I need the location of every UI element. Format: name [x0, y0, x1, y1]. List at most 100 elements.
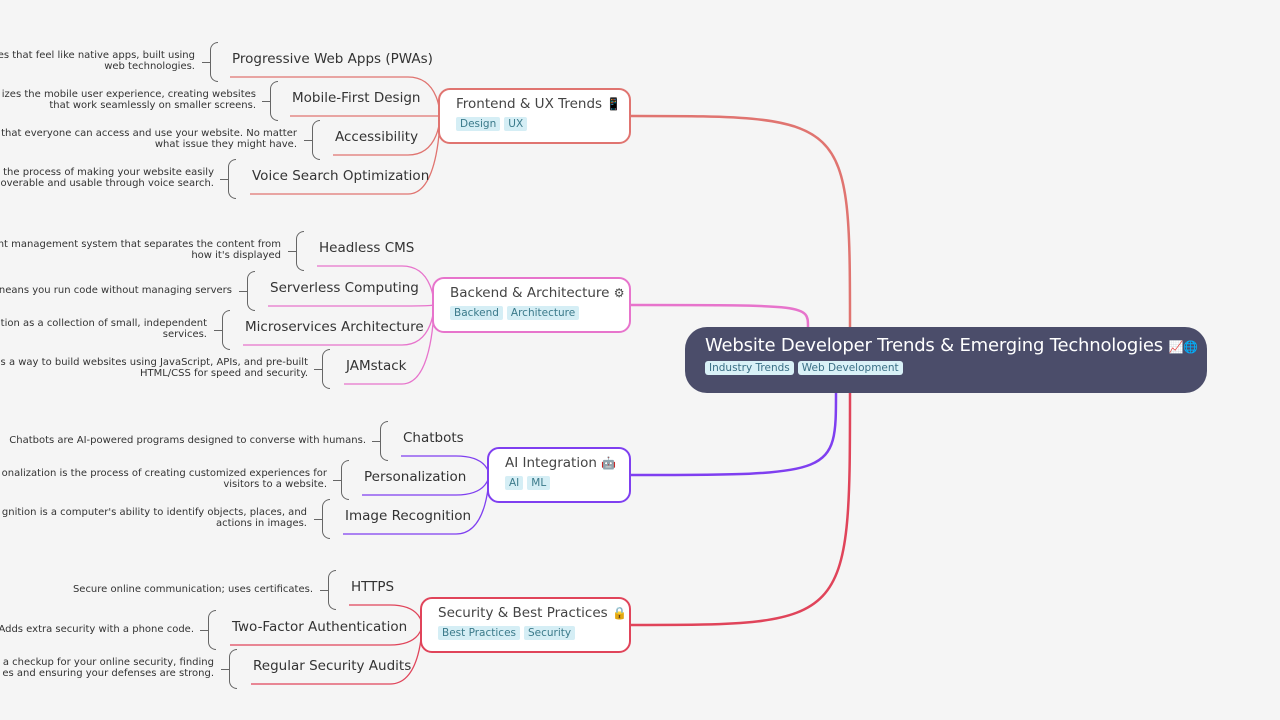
branch-title-text: Frontend & UX Trends	[456, 96, 603, 112]
leaf-headless-cms[interactable]: Headless CMS	[319, 240, 414, 256]
note-line: tion as a collection of small, independe…	[0, 318, 207, 329]
tag-ai: AI	[505, 476, 524, 490]
note-brace	[221, 649, 237, 689]
branch-tags: AI ML	[505, 476, 615, 490]
note-progressive-web-apps-pwas: es that feel like native apps, built usi…	[0, 50, 195, 72]
note-line: es and ensuring your defenses are strong…	[2, 668, 214, 679]
lock-icon: 🔒	[611, 606, 627, 620]
link-root-ai-integration	[630, 391, 838, 477]
note-line: is a way to build websites using JavaScr…	[0, 357, 308, 368]
note-brace	[314, 349, 330, 389]
gear-icon: ⚙	[613, 286, 625, 300]
note-brace	[333, 460, 349, 500]
note-brace	[372, 421, 388, 461]
branch-title-text: Security & Best Practices	[438, 605, 608, 621]
robot-icon: 🤖	[601, 456, 617, 470]
note-brace	[214, 310, 230, 350]
note-mobile-first-design: izes the mobile user experience, creatin…	[2, 89, 256, 111]
leaf-microservices-architecture[interactable]: Microservices Architecture	[245, 319, 424, 335]
note-line: that work seamlessly on smaller screens.	[49, 100, 256, 111]
note-brace	[314, 499, 330, 539]
link-leaf	[268, 304, 435, 307]
tag-web-development: Web Development	[797, 361, 903, 375]
note-personalization: onalization is the process of creating c…	[2, 468, 327, 490]
branch-node-backend-architecture[interactable]: Backend & Architecture ⚙ Backend Architec…	[432, 277, 631, 333]
note-line: HTML/CSS for speed and security.	[139, 368, 308, 379]
root-title-text: Website Developer Trends & Emerging Tech…	[705, 335, 1163, 356]
note-microservices-architecture: tion as a collection of small, independe…	[1, 318, 207, 340]
note-line: visitors to a website.	[223, 479, 327, 490]
note-image-recognition: gnition is a computer's ability to ident…	[2, 507, 307, 529]
note-line: that everyone can access and use your we…	[1, 128, 297, 139]
leaf-accessibility[interactable]: Accessibility	[335, 129, 418, 145]
note-line: the process of making your website easil…	[3, 167, 214, 178]
note-line: nt management system that separates the …	[0, 239, 281, 250]
branch-node-frontend-ux-trends[interactable]: Frontend & UX Trends 📱 Design UX	[438, 88, 631, 144]
note-https: Secure online communication; uses certif…	[73, 584, 313, 595]
root-node[interactable]: Website Developer Trends & Emerging Tech…	[685, 327, 1207, 393]
branch-node-security-best-practices[interactable]: Security & Best Practices 🔒 Best Practic…	[420, 597, 631, 653]
note-line: Adds extra security with a phone code.	[0, 624, 194, 635]
tag-backend: Backend	[450, 306, 503, 320]
branch-title-text: Backend & Architecture	[450, 285, 610, 301]
mobile-phone-icon: 📱	[606, 97, 622, 111]
note-line: izes the mobile user experience, creatin…	[1, 89, 256, 100]
note-two-factor-authentication: Adds extra security with a phone code.	[0, 624, 194, 635]
note-brace	[262, 81, 278, 121]
root-title: Website Developer Trends & Emerging Tech…	[705, 335, 1198, 356]
note-brace	[320, 570, 336, 610]
note-brace	[304, 120, 320, 160]
note-line: Chatbots are AI-powered programs designe…	[9, 435, 366, 446]
leaf-https[interactable]: HTTPS	[351, 579, 394, 595]
note-line: a checkup for your online security, find…	[2, 657, 214, 668]
note-accessibility: that everyone can access and use your we…	[1, 128, 297, 150]
note-line: es that feel like native apps, built usi…	[0, 50, 195, 61]
note-brace	[220, 159, 236, 199]
note-line: what issue they might have.	[154, 139, 297, 150]
link-root-security-best-practices	[630, 392, 852, 627]
branch-title: Backend & Architecture ⚙	[450, 285, 625, 301]
note-line: gnition is a computer's ability to ident…	[1, 507, 307, 518]
tag-security: Security	[524, 626, 576, 640]
chart-globe-icon: 📈🌐	[1168, 340, 1199, 354]
note-line: actions in images.	[215, 518, 307, 529]
branch-tags: Design UX	[456, 117, 615, 131]
leaf-progressive-web-apps-pwas[interactable]: Progressive Web Apps (PWAs)	[232, 51, 433, 67]
note-serverless-computing: neans you run code without managing serv…	[0, 285, 232, 296]
tag-industry-trends: Industry Trends	[705, 361, 794, 375]
branch-title-text: AI Integration	[505, 455, 597, 471]
note-brace	[239, 271, 255, 311]
note-line: services.	[162, 329, 207, 340]
link-root-backend-architecture	[630, 303, 810, 328]
branch-node-ai-integration[interactable]: AI Integration 🤖 AI ML	[487, 447, 631, 503]
leaf-mobile-first-design[interactable]: Mobile-First Design	[292, 90, 420, 106]
branch-title: AI Integration 🤖	[505, 455, 617, 471]
note-line: neans you run code without managing serv…	[0, 285, 232, 296]
note-brace	[288, 231, 304, 271]
note-brace	[202, 42, 218, 82]
leaf-regular-security-audits[interactable]: Regular Security Audits	[253, 658, 411, 674]
branch-title: Security & Best Practices 🔒	[438, 605, 627, 621]
leaf-voice-search-optimization[interactable]: Voice Search Optimization	[252, 168, 429, 184]
branch-tags: Backend Architecture	[450, 306, 615, 320]
leaf-jamstack[interactable]: JAMstack	[346, 358, 406, 374]
note-jamstack: is a way to build websites using JavaScr…	[0, 357, 308, 379]
leaf-serverless-computing[interactable]: Serverless Computing	[270, 280, 419, 296]
note-voice-search-optimization: the process of making your website easil…	[0, 167, 214, 189]
leaf-two-factor-authentication[interactable]: Two-Factor Authentication	[232, 619, 407, 635]
branch-title: Frontend & UX Trends 📱	[456, 96, 621, 112]
leaf-image-recognition[interactable]: Image Recognition	[345, 508, 471, 524]
leaf-chatbots[interactable]: Chatbots	[403, 430, 464, 446]
link-root-frontend-ux-trends	[630, 114, 852, 329]
note-headless-cms: nt management system that separates the …	[0, 239, 281, 261]
tag-ux: UX	[504, 117, 528, 131]
tag-ml: ML	[527, 476, 551, 490]
branch-tags: Best Practices Security	[438, 626, 615, 640]
root-tags: Industry Trends Web Development	[705, 361, 1187, 375]
note-line: Secure online communication; uses certif…	[72, 584, 313, 595]
note-regular-security-audits: a checkup for your online security, find…	[2, 657, 214, 679]
leaf-personalization[interactable]: Personalization	[364, 469, 466, 485]
note-line: web technologies.	[104, 61, 195, 72]
note-line: overable and usable through voice search…	[0, 178, 214, 189]
note-line: how it's displayed	[191, 250, 281, 261]
